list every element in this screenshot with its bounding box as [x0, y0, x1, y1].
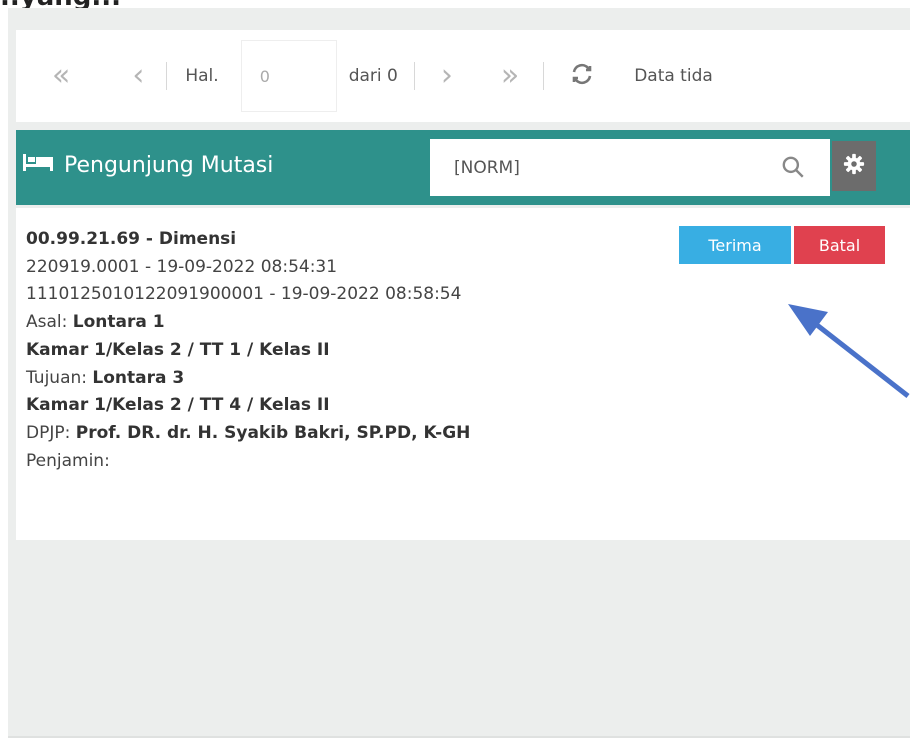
status-text: Data tida — [634, 66, 713, 86]
bottom-divider — [8, 736, 910, 738]
panel-header: Pengunjung Mutasi — [16, 130, 910, 205]
dpjp-label: DPJP: — [26, 422, 71, 443]
page-label: Hal. — [185, 66, 219, 86]
record-details: 00.99.21.69 - Dimensi 220919.0001 - 19-0… — [26, 226, 470, 475]
header-title-group: Pengunjung Mutasi — [22, 152, 273, 178]
bed-icon — [22, 152, 54, 178]
patient-id-name: 00.99.21.69 - Dimensi — [26, 229, 237, 249]
page-count-label: dari 0 — [348, 66, 398, 86]
next-page-icon[interactable]: › — [441, 61, 453, 91]
tujuan-value: Lontara 3 — [92, 367, 185, 388]
asal-label: Asal: — [26, 312, 68, 333]
divider — [543, 62, 545, 90]
dpjp-value: Prof. DR. dr. H. Syakib Bakri, SP.PD, K-… — [75, 422, 471, 443]
panel-title: Pengunjung Mutasi — [64, 152, 274, 178]
first-page-icon[interactable]: « — [52, 61, 70, 91]
refresh-icon[interactable] — [570, 62, 594, 91]
pagination-toolbar: « ‹ Hal. dari 0 › » Data tida — [16, 30, 910, 122]
tujuan-room: Kamar 1/Kelas 2 / TT 4 / Kelas II — [26, 395, 330, 416]
settings-button[interactable] — [832, 141, 876, 191]
search-icon[interactable] — [780, 154, 806, 184]
asal-room: Kamar 1/Kelas 2 / TT 1 / Kelas II — [26, 339, 330, 360]
tujuan-label: Tujuan: — [26, 367, 87, 388]
mutation-record-card: 00.99.21.69 - Dimensi 220919.0001 - 19-0… — [16, 208, 910, 540]
registration-line: 220919.0001 - 19-09-2022 08:54:31 — [26, 256, 338, 277]
page-number-input[interactable] — [240, 40, 337, 112]
batal-button[interactable]: Batal — [794, 226, 885, 264]
transaction-line: 1110125010122091900001 - 19-09-2022 08:5… — [26, 284, 462, 305]
divider — [166, 62, 168, 90]
asal-value: Lontara 1 — [72, 312, 165, 333]
terima-button[interactable]: Terima — [679, 226, 791, 264]
last-page-icon[interactable]: » — [501, 61, 519, 91]
search-input[interactable] — [430, 139, 830, 196]
annotation-arrow — [788, 304, 910, 398]
gear-icon — [843, 153, 865, 179]
divider — [413, 62, 415, 90]
penjamin-label: Penjamin: — [26, 450, 110, 471]
prev-page-icon[interactable]: ‹ — [132, 61, 144, 91]
